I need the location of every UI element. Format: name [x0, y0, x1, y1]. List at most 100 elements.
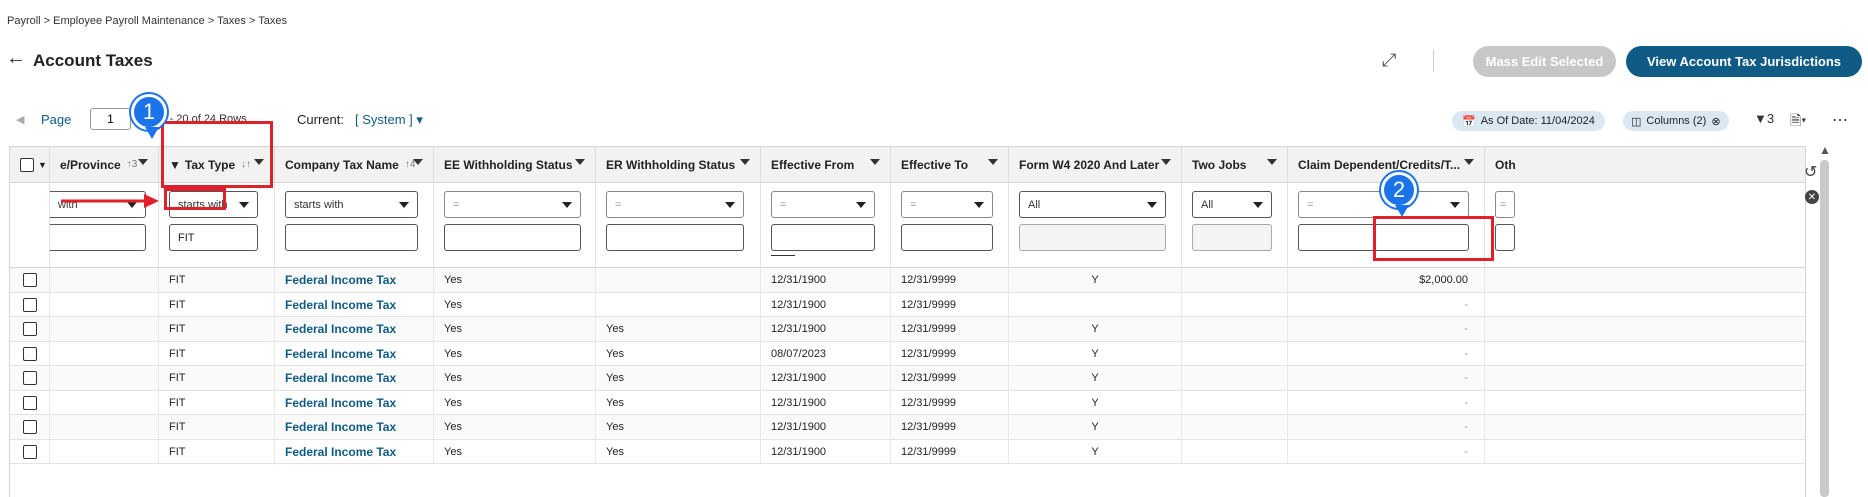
header-ee-withholding[interactable]: EE Withholding Status: [434, 147, 596, 183]
filter-operator-select[interactable]: All: [1192, 191, 1272, 218]
header-effective-to[interactable]: Effective To: [891, 147, 1009, 183]
filter-operator-value: =: [910, 198, 917, 211]
previous-page-icon[interactable]: ◀: [16, 113, 24, 126]
row-checkbox[interactable]: [22, 371, 37, 386]
row-checkbox[interactable]: [22, 322, 37, 337]
export-document-icon[interactable]: 🗎▾: [1790, 110, 1806, 134]
breadcrumb[interactable]: Payroll > Employee Payroll Maintenance >…: [7, 15, 287, 27]
filter-value-input[interactable]: FIT: [169, 224, 258, 251]
filter-operator-select[interactable]: starts with: [169, 191, 258, 218]
filter-operator-select[interactable]: =: [901, 191, 993, 218]
two-jobs-cell: [1182, 390, 1288, 415]
company-tax-name-link[interactable]: Federal Income Tax: [275, 439, 434, 464]
filter-count-button[interactable]: ▼3: [1754, 111, 1774, 126]
table-row[interactable]: FIT Federal Income Tax Yes Yes 12/31/1900 12/…: [10, 390, 1805, 415]
vertical-scrollbar[interactable]: [1820, 160, 1829, 497]
company-tax-name-link[interactable]: Federal Income Tax: [275, 415, 434, 440]
column-menu-icon[interactable]: [254, 159, 264, 165]
column-menu-icon[interactable]: [138, 159, 148, 165]
claim-dependent-cell: -: [1288, 292, 1485, 317]
filter-value-input[interactable]: [901, 224, 993, 251]
filter-value-input[interactable]: [1495, 224, 1515, 251]
row-checkbox[interactable]: [22, 395, 37, 410]
filter-operator-select[interactable]: All: [1019, 191, 1166, 218]
row-checkbox-cell: [10, 390, 50, 415]
company-tax-name-link[interactable]: Federal Income Tax: [275, 268, 434, 293]
row-checkbox[interactable]: [22, 297, 37, 312]
filter-operator-value: starts with: [178, 198, 228, 211]
row-checkbox[interactable]: [22, 420, 37, 435]
state-cell: [50, 439, 159, 464]
er-withholding-cell: Yes: [596, 341, 761, 366]
filter-value-input: [1019, 224, 1166, 251]
header-company-tax-name[interactable]: Company Tax Name ↑4: [275, 147, 434, 183]
claim-dependent-cell: -: [1288, 390, 1485, 415]
undo-icon[interactable]: ↺: [1804, 162, 1817, 182]
two-jobs-cell: [1182, 439, 1288, 464]
filter-value-input[interactable]: [771, 224, 875, 251]
table-row[interactable]: FIT Federal Income Tax Yes Yes 12/31/1900 12/…: [10, 439, 1805, 464]
filter-operator-select[interactable]: starts with: [285, 191, 418, 218]
header-two-jobs[interactable]: Two Jobs: [1182, 147, 1288, 183]
column-menu-icon[interactable]: [740, 159, 750, 165]
columns-chip[interactable]: ◫ Columns (2) ⊗: [1623, 111, 1729, 131]
filter-operator-select[interactable]: =: [1495, 191, 1515, 218]
more-options-icon[interactable]: ⋯: [1832, 110, 1849, 130]
ee-withholding-cell: Yes: [434, 317, 596, 342]
company-tax-name-link[interactable]: Federal Income Tax: [275, 366, 434, 391]
caret-down-icon[interactable]: ▼: [38, 160, 47, 170]
filter-value-input[interactable]: [606, 224, 744, 251]
expand-icon[interactable]: ⤢: [1382, 50, 1396, 71]
header-other[interactable]: Oth: [1485, 147, 1805, 183]
header-state-province[interactable]: e/Province ↑3: [50, 147, 159, 183]
tax-type-cell: FIT: [159, 366, 275, 391]
header-er-withholding[interactable]: ER Withholding Status: [596, 147, 761, 183]
page-number-input[interactable]: [90, 108, 131, 130]
table-row[interactable]: FIT Federal Income Tax Yes Yes 12/31/1900 12/…: [10, 366, 1805, 391]
as-of-date-chip[interactable]: 📅 As Of Date: 11/04/2024: [1452, 111, 1605, 131]
resize-handle[interactable]: [771, 255, 795, 256]
company-tax-name-link[interactable]: Federal Income Tax: [275, 292, 434, 317]
mass-edit-selected-button[interactable]: Mass Edit Selected: [1473, 46, 1616, 77]
view-account-tax-jurisdictions-button[interactable]: View Account Tax Jurisdictions: [1626, 46, 1862, 77]
filter-value-input[interactable]: [285, 224, 418, 251]
other-cell: [1485, 293, 1805, 318]
column-menu-icon[interactable]: [1464, 159, 1474, 165]
filter-value-input[interactable]: [1298, 224, 1469, 251]
tax-type-cell: FIT: [159, 415, 275, 440]
column-menu-icon[interactable]: [1161, 159, 1171, 165]
header-tax-type[interactable]: ▼ Tax Type ↓↑: [159, 147, 275, 183]
table-row[interactable]: FIT Federal Income Tax Yes Yes 08/07/2023 12/…: [10, 341, 1805, 366]
column-menu-icon[interactable]: [1267, 159, 1277, 165]
filter-value-input[interactable]: [50, 224, 146, 251]
company-tax-name-link[interactable]: Federal Income Tax: [275, 390, 434, 415]
column-menu-icon[interactable]: [575, 159, 585, 165]
current-view-dropdown[interactable]: [ System ] ▾: [355, 112, 423, 128]
filter-operator-select[interactable]: =: [771, 191, 875, 218]
row-checkbox[interactable]: [22, 346, 37, 361]
filter-operator-select[interactable]: =: [444, 191, 581, 218]
scroll-up-icon[interactable]: ▲: [1819, 143, 1831, 157]
column-menu-icon[interactable]: [870, 159, 880, 165]
filter-operator-select[interactable]: =: [606, 191, 744, 218]
table-row[interactable]: FIT Federal Income Tax Yes Yes 12/31/1900 12/…: [10, 317, 1805, 342]
back-arrow-icon[interactable]: ←: [6, 48, 26, 68]
header-effective-from[interactable]: Effective From: [761, 147, 891, 183]
close-circle-icon[interactable]: ⊗: [1711, 115, 1720, 128]
row-checkbox[interactable]: [22, 273, 37, 288]
clear-filters-icon[interactable]: ✕: [1805, 190, 1819, 204]
table-row[interactable]: FIT Federal Income Tax Yes 12/31/1900 12/31/…: [10, 292, 1805, 318]
column-menu-icon[interactable]: [413, 159, 423, 165]
select-all-checkbox[interactable]: [20, 157, 34, 172]
other-cell: [1485, 268, 1805, 293]
column-menu-icon[interactable]: [988, 159, 998, 165]
table-row[interactable]: FIT Federal Income Tax Yes 12/31/1900 12/31/…: [10, 268, 1805, 293]
row-checkbox[interactable]: [22, 444, 37, 459]
company-tax-name-link[interactable]: Federal Income Tax: [275, 341, 434, 366]
filter-value-input[interactable]: [444, 224, 581, 251]
table-row[interactable]: FIT Federal Income Tax Yes Yes 12/31/1900 12/…: [10, 415, 1805, 440]
header-select-all[interactable]: ▼: [10, 147, 50, 183]
header-form-w4[interactable]: Form W4 2020 And Later: [1009, 147, 1182, 183]
company-tax-name-link[interactable]: Federal Income Tax: [275, 317, 434, 342]
er-withholding-cell: Yes: [596, 390, 761, 415]
